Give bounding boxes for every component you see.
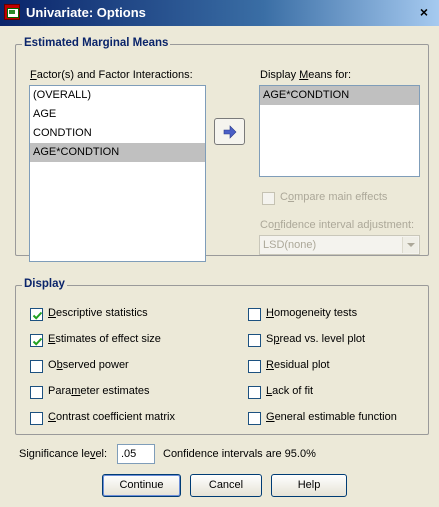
- display-checkbox[interactable]: [30, 412, 43, 425]
- ci-adjust-select[interactable]: LSD(none): [259, 235, 420, 255]
- display-means-listbox[interactable]: AGE*CONDTION: [259, 85, 420, 177]
- display-checkbox-label: Contrast coefficient matrix: [48, 411, 175, 423]
- title-bar: Univariate: Options ×: [0, 0, 439, 26]
- display-checkbox-label: Observed power: [48, 359, 129, 371]
- factor-list-item[interactable]: (OVERALL): [30, 86, 205, 105]
- emm-legend: Estimated Marginal Means: [22, 37, 171, 49]
- display-checkbox[interactable]: [30, 308, 43, 321]
- display-checkbox-label: Descriptive statistics: [48, 307, 148, 319]
- window-title: Univariate: Options: [26, 5, 146, 20]
- display-checkbox[interactable]: [248, 412, 261, 425]
- compare-main-effects-label: Compare main effects: [280, 191, 388, 203]
- display-checkbox-label: General estimable function: [266, 411, 397, 423]
- ci-adjust-label: Confidence interval adjustment:: [260, 219, 415, 231]
- factors-listbox[interactable]: (OVERALL) AGE CONDTION AGE*CONDTION: [29, 85, 206, 262]
- display-means-label: Display Means for:: [260, 69, 352, 81]
- factor-list-item[interactable]: CONDTION: [30, 124, 205, 143]
- display-checkbox[interactable]: [248, 386, 261, 399]
- display-means-item[interactable]: AGE*CONDTION: [260, 86, 419, 105]
- factor-list-item[interactable]: AGE: [30, 105, 205, 124]
- display-checkbox-label: Residual plot: [266, 359, 330, 371]
- display-checkbox[interactable]: [30, 360, 43, 373]
- cancel-button[interactable]: Cancel: [190, 474, 262, 497]
- factor-list-item[interactable]: AGE*CONDTION: [30, 143, 205, 162]
- arrow-right-icon: [223, 125, 237, 139]
- ci-text: Confidence intervals are 95.0%: [163, 448, 316, 460]
- ci-adjust-value: LSD(none): [263, 239, 317, 251]
- chevron-down-icon[interactable]: [402, 237, 418, 253]
- compare-main-effects-checkbox[interactable]: [262, 192, 275, 205]
- significance-value: .05: [121, 448, 137, 460]
- significance-input[interactable]: .05: [117, 444, 155, 464]
- display-checkbox[interactable]: [248, 308, 261, 321]
- continue-button[interactable]: Continue: [102, 474, 181, 497]
- close-icon[interactable]: ×: [415, 3, 433, 21]
- display-checkbox-label: Lack of fit: [266, 385, 314, 397]
- display-checkbox-label: Parameter estimates: [48, 385, 150, 397]
- display-checkbox-label: Estimates of effect size: [48, 333, 161, 345]
- display-checkbox[interactable]: [248, 360, 261, 373]
- display-checkbox[interactable]: [248, 334, 261, 347]
- spss-window-icon: [4, 4, 20, 20]
- display-checkbox[interactable]: [30, 334, 43, 347]
- display-checkbox[interactable]: [30, 386, 43, 399]
- display-checkbox-label: Spread vs. level plot: [266, 333, 366, 345]
- display-legend: Display: [22, 278, 67, 290]
- significance-label: Significance level:: [19, 448, 108, 460]
- help-button[interactable]: Help: [271, 474, 347, 497]
- checkmark-icon: [32, 311, 43, 320]
- checkmark-icon: [32, 337, 43, 346]
- factors-label: Factor(s) and Factor Interactions:: [30, 69, 193, 81]
- move-to-display-button[interactable]: [214, 118, 245, 145]
- display-checkbox-label: Homogeneity tests: [266, 307, 358, 319]
